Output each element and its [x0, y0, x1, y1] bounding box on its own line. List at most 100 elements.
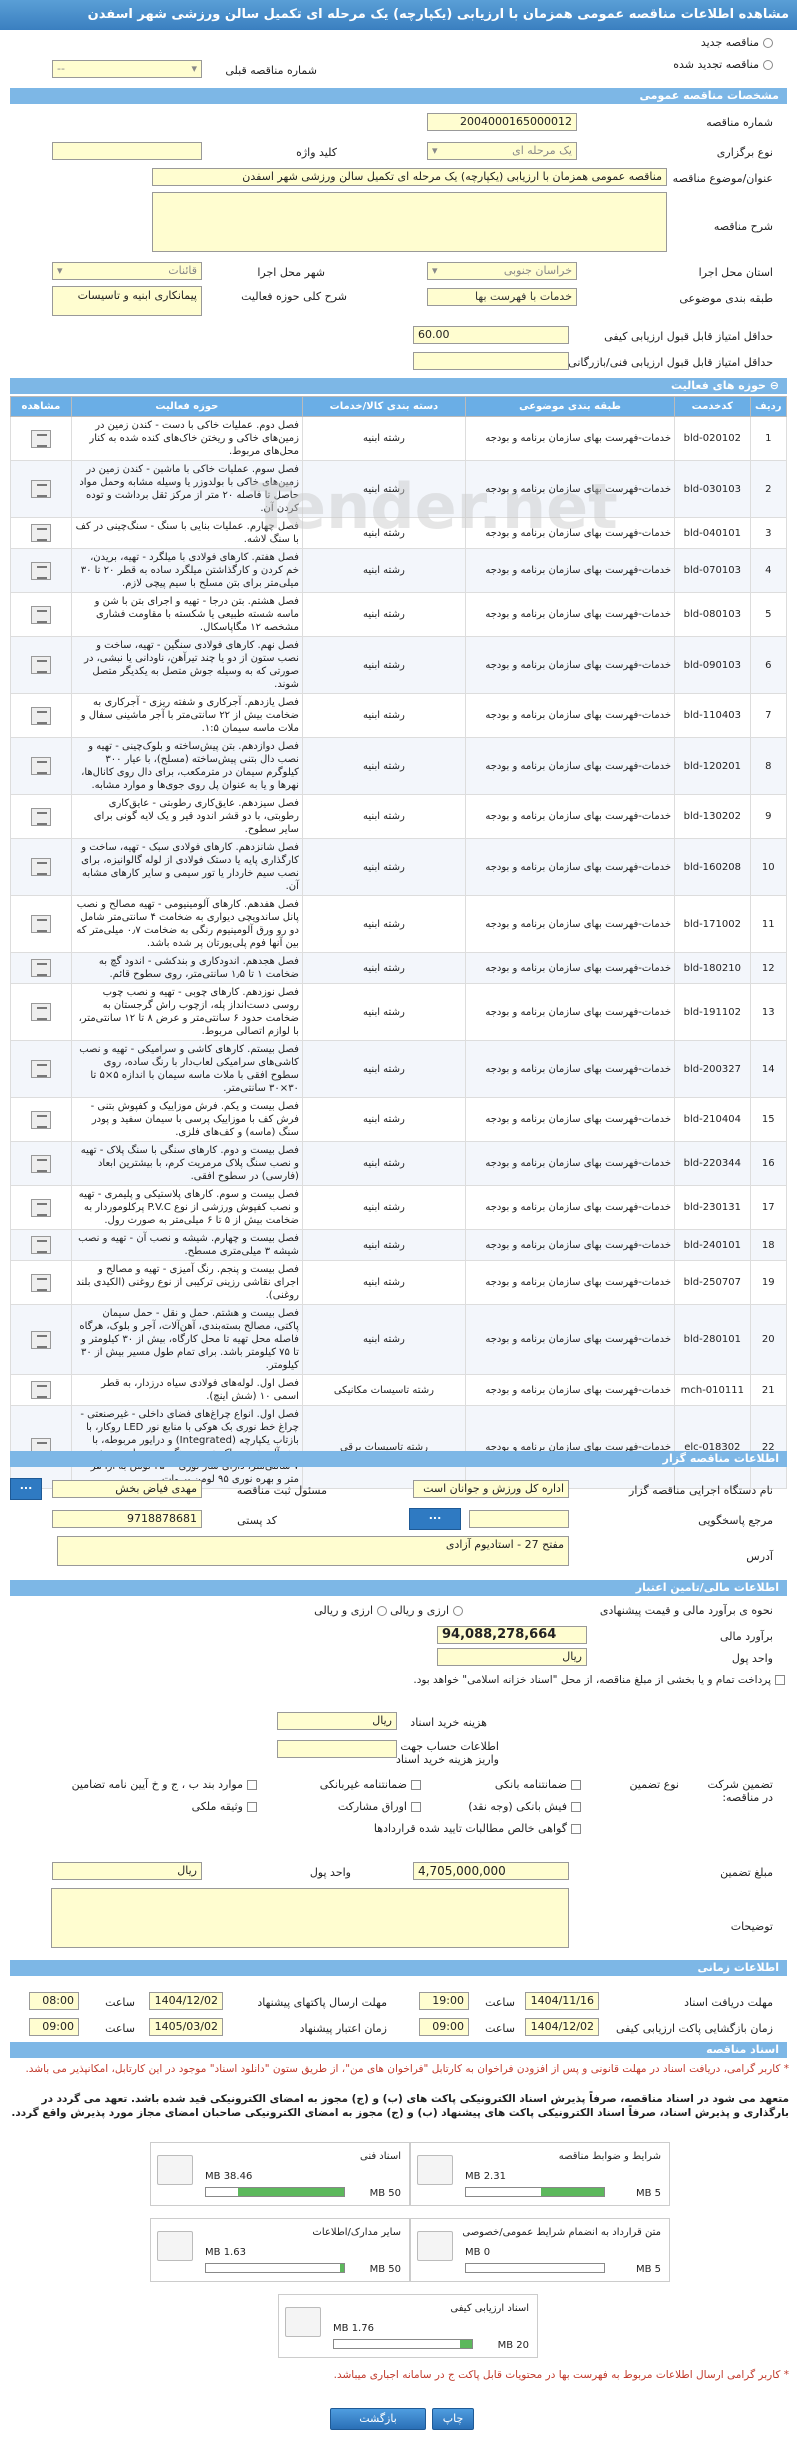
holding-type-select[interactable]: یک مرحله ای ▾: [427, 142, 577, 160]
valid-time-field[interactable]: 09:00: [29, 2018, 79, 2036]
checkbox[interactable]: [571, 1780, 581, 1790]
view-cell[interactable]: [10, 1185, 72, 1230]
open-date-field[interactable]: 1404/12/02: [525, 2018, 599, 2036]
print-button[interactable]: چاپ: [432, 2408, 474, 2430]
view-document-icon[interactable]: [30, 480, 51, 498]
checkbox[interactable]: [571, 1802, 581, 1812]
registrar-more-button[interactable]: ...: [10, 1478, 42, 1500]
radio-new-tender[interactable]: مناقصه جدید: [701, 36, 773, 49]
view-cell[interactable]: [10, 636, 72, 694]
view-cell[interactable]: [10, 592, 72, 637]
purchase-cost-field[interactable]: ریال: [277, 1712, 397, 1730]
view-cell[interactable]: [10, 1141, 72, 1186]
subject-class-field[interactable]: خدمات با فهرست بها: [427, 288, 577, 306]
view-cell[interactable]: [10, 1040, 72, 1098]
view-cell[interactable]: [10, 693, 72, 738]
view-cell[interactable]: [10, 460, 72, 518]
radio-circle[interactable]: [453, 1606, 463, 1616]
open-time-field[interactable]: 09:00: [419, 2018, 469, 2036]
checkbox[interactable]: [247, 1780, 257, 1790]
doc-file-box[interactable]: اسناد ارزیابی کیفی 20 MB 1.76 MB: [278, 2294, 538, 2358]
doc-file-box[interactable]: اسناد فنی 50 MB 38.46 MB: [150, 2142, 410, 2206]
checkbox[interactable]: [247, 1802, 257, 1812]
opt-nonbank-guarantee[interactable]: ضمانتنامه غیربانکی: [320, 1778, 421, 1791]
opt-bonds[interactable]: اوراق مشارکت: [338, 1800, 421, 1813]
view-document-icon[interactable]: [30, 706, 51, 725]
opt-bank-receipt[interactable]: فیش بانکی (وجه نقد): [468, 1800, 581, 1813]
view-cell[interactable]: [10, 1374, 72, 1406]
view-document-icon[interactable]: [30, 757, 51, 775]
radio-circle[interactable]: [377, 1606, 387, 1616]
view-cell[interactable]: [10, 416, 72, 461]
view-cell[interactable]: [10, 952, 72, 984]
radio-renewed-tender[interactable]: مناقصه تجدید شده: [673, 58, 773, 71]
doc-file-box[interactable]: سایر مدارک/اطلاعات 50 MB 1.63 MB: [150, 2218, 410, 2282]
prev-number-select[interactable]: ▾ --: [52, 60, 202, 78]
account-field[interactable]: [277, 1740, 397, 1758]
radio-circle[interactable]: [763, 60, 773, 70]
radio-rial-fx[interactable]: ارزی و ریالی: [390, 1604, 463, 1617]
view-document-icon[interactable]: [30, 858, 51, 876]
view-document-icon[interactable]: [30, 1003, 51, 1021]
opt-property-collateral[interactable]: وثیقه ملکی: [192, 1800, 257, 1813]
view-document-icon[interactable]: [30, 524, 51, 542]
subject-field[interactable]: مناقصه عمومی همزمان با ارزیابی (یکپارچه)…: [152, 168, 667, 186]
view-document-icon[interactable]: [30, 1381, 51, 1399]
view-document-icon[interactable]: [30, 915, 51, 933]
tender-number-field[interactable]: 2004000165000012: [427, 113, 577, 131]
view-document-icon[interactable]: [30, 605, 51, 624]
send-date-field[interactable]: 1404/12/02: [149, 1992, 223, 2010]
view-cell[interactable]: [10, 895, 72, 953]
send-time-field[interactable]: 08:00: [29, 1992, 79, 2010]
view-cell[interactable]: [10, 838, 72, 896]
recv-time-field[interactable]: 19:00: [419, 1992, 469, 2010]
checkbox[interactable]: [411, 1780, 421, 1790]
view-document-icon[interactable]: [30, 429, 51, 448]
currency2-field[interactable]: ریال: [52, 1862, 202, 1880]
view-cell[interactable]: [10, 1304, 72, 1375]
activity-scope-field[interactable]: پیمانکاری ابنیه و تاسیسات: [52, 286, 202, 316]
keyword-field[interactable]: [52, 142, 202, 160]
treasury-checkbox[interactable]: [775, 1675, 785, 1685]
view-document-icon[interactable]: [30, 1273, 51, 1292]
checkbox[interactable]: [571, 1824, 581, 1834]
min-tech-field[interactable]: [413, 352, 569, 370]
view-cell[interactable]: [10, 517, 72, 549]
view-document-icon[interactable]: [30, 1060, 51, 1078]
view-document-icon[interactable]: [30, 807, 51, 826]
view-document-icon[interactable]: [30, 959, 51, 977]
address-field[interactable]: مفتح 27 - استادیوم آزادی: [57, 1536, 569, 1566]
view-cell[interactable]: [10, 1229, 72, 1261]
currency-field[interactable]: ریال: [437, 1648, 587, 1666]
opt-bank-guarantee[interactable]: ضمانتنامه بانکی: [495, 1778, 581, 1791]
view-cell[interactable]: [10, 1405, 72, 1489]
guarantee-amount-field[interactable]: 4,705,000,000: [413, 1862, 569, 1880]
view-cell[interactable]: [10, 1260, 72, 1305]
registrar-field[interactable]: مهدی فیاض بخش: [52, 1480, 202, 1498]
reference-more-button[interactable]: ...: [409, 1508, 461, 1530]
doc-file-box[interactable]: متن قرارداد به انضمام شرایط عمومی/خصوصی 5…: [410, 2218, 670, 2282]
checkbox[interactable]: [411, 1802, 421, 1812]
org-name-field[interactable]: اداره کل ورزش و جوانان است: [413, 1480, 569, 1498]
collapse-icon[interactable]: ⊖: [766, 379, 779, 392]
radio-circle[interactable]: [763, 38, 773, 48]
min-quality-field[interactable]: 60.00: [413, 326, 569, 344]
notes-field[interactable]: [51, 1888, 569, 1948]
view-document-icon[interactable]: [30, 1110, 51, 1129]
radio-rial[interactable]: ارزی و ریالی: [314, 1604, 387, 1617]
view-cell[interactable]: [10, 1097, 72, 1142]
postal-field[interactable]: 9718878681: [52, 1510, 202, 1528]
estimate-field[interactable]: 94,088,278,664: [437, 1626, 587, 1644]
valid-date-field[interactable]: 1405/03/02: [149, 2018, 223, 2036]
view-cell[interactable]: [10, 737, 72, 795]
doc-file-box[interactable]: شرایط و ضوابط مناقصه 5 MB 2.31 MB: [410, 2142, 670, 2206]
description-field[interactable]: [152, 192, 667, 252]
opt-clause-items[interactable]: موارد بند ب ، ج و خ آیین نامه تضامین: [72, 1778, 257, 1791]
back-button[interactable]: بازگشت: [330, 2408, 426, 2430]
view-document-icon[interactable]: [30, 656, 51, 674]
reference-field[interactable]: [469, 1510, 569, 1528]
view-document-icon[interactable]: [30, 561, 51, 580]
city-select[interactable]: قائنات ▾: [52, 262, 202, 280]
view-document-icon[interactable]: [30, 1236, 51, 1254]
opt-net-claims[interactable]: گواهی خالص مطالبات تایید شده قراردادها: [374, 1822, 581, 1835]
